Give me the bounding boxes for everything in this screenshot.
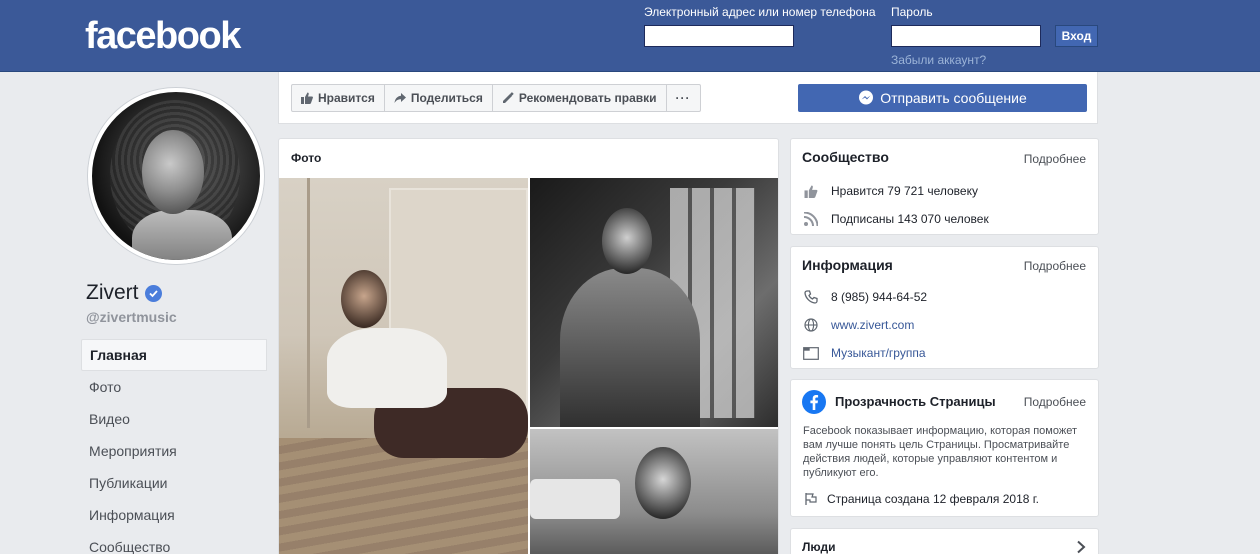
info-title: Информация bbox=[802, 257, 893, 273]
password-label: Пароль bbox=[891, 5, 933, 19]
nav-item-home[interactable]: Главная bbox=[81, 339, 267, 371]
globe-icon bbox=[803, 317, 819, 333]
photo-thumbnail[interactable] bbox=[279, 178, 528, 554]
more-dots-icon: ··· bbox=[675, 91, 691, 105]
share-label: Поделиться bbox=[410, 91, 483, 105]
login-button[interactable]: Вход bbox=[1055, 25, 1098, 47]
people-card[interactable]: Люди bbox=[790, 528, 1099, 554]
like-label: Нравится bbox=[318, 91, 375, 105]
email-label: Электронный адрес или номер телефона bbox=[644, 5, 876, 19]
info-card: Информация Подробнее 8 (985) 944-64-52 w… bbox=[790, 246, 1099, 369]
thumbs-up-icon bbox=[301, 92, 313, 104]
photos-title[interactable]: Фото bbox=[279, 139, 778, 178]
community-title: Сообщество bbox=[802, 149, 889, 165]
page-action-bar: Нравится Поделиться Рекомендовать правки… bbox=[278, 72, 1098, 124]
photos-card: Фото bbox=[278, 138, 779, 554]
chevron-right-icon bbox=[1076, 540, 1086, 554]
nav-item-events[interactable]: Мероприятия bbox=[81, 435, 267, 467]
action-button-group: Нравится Поделиться Рекомендовать правки… bbox=[291, 84, 701, 112]
send-message-label: Отправить сообщение bbox=[880, 90, 1027, 106]
nav-item-community[interactable]: Сообщество bbox=[81, 531, 267, 554]
share-arrow-icon bbox=[394, 93, 406, 103]
like-button[interactable]: Нравится bbox=[292, 85, 385, 111]
website-link[interactable]: www.zivert.com bbox=[831, 318, 914, 332]
website-row[interactable]: www.zivert.com bbox=[803, 317, 914, 333]
forgot-account-link[interactable]: Забыли аккаунт? bbox=[891, 53, 986, 67]
send-message-button[interactable]: Отправить сообщение bbox=[798, 84, 1087, 112]
community-card: Сообщество Подробнее Нравится 79 721 чел… bbox=[790, 138, 1099, 235]
category-tag-icon bbox=[803, 345, 819, 361]
page-name[interactable]: Zivert bbox=[86, 281, 139, 305]
page-transparency-card: Прозрачность Страницы Подробнее Facebook… bbox=[790, 379, 1099, 517]
more-options-button[interactable]: ··· bbox=[667, 85, 700, 111]
email-field[interactable] bbox=[644, 25, 794, 47]
page-created-row: Страница создана 12 февраля 2018 г. bbox=[803, 491, 1039, 507]
suggest-edits-button[interactable]: Рекомендовать правки bbox=[493, 85, 667, 111]
page-created-date: Страница создана 12 февраля 2018 г. bbox=[827, 492, 1040, 506]
phone-row[interactable]: 8 (985) 944-64-52 bbox=[803, 289, 927, 305]
pencil-icon bbox=[502, 92, 514, 103]
rss-follow-icon bbox=[803, 211, 819, 227]
facebook-f-icon bbox=[802, 390, 826, 417]
transparency-title: Прозрачность Страницы bbox=[835, 394, 996, 409]
nav-item-videos[interactable]: Видео bbox=[81, 403, 267, 435]
messenger-icon bbox=[859, 90, 874, 105]
suggest-edits-label: Рекомендовать правки bbox=[518, 91, 657, 105]
thumbs-up-icon bbox=[803, 183, 819, 199]
info-more-link[interactable]: Подробнее bbox=[1024, 259, 1086, 273]
page-handle[interactable]: @zivertmusic bbox=[86, 309, 177, 325]
nav-item-about[interactable]: Информация bbox=[81, 499, 267, 531]
followers-count: Подписаны 143 070 человек bbox=[831, 212, 989, 226]
nav-item-photos[interactable]: Фото bbox=[81, 371, 267, 403]
verified-badge-icon bbox=[144, 284, 162, 302]
profile-avatar[interactable] bbox=[88, 88, 264, 264]
followers-count-row[interactable]: Подписаны 143 070 человек bbox=[803, 211, 989, 227]
phone-icon bbox=[803, 289, 819, 305]
password-field[interactable] bbox=[891, 25, 1041, 47]
likes-count: Нравится 79 721 человеку bbox=[831, 184, 978, 198]
likes-count-row[interactable]: Нравится 79 721 человеку bbox=[803, 183, 978, 199]
page-title[interactable]: Zivert bbox=[86, 281, 162, 305]
photo-thumbnail[interactable] bbox=[530, 178, 778, 427]
category-row[interactable]: Музыкант/группа bbox=[803, 345, 926, 361]
photo-thumbnail[interactable] bbox=[530, 429, 778, 554]
transparency-more-link[interactable]: Подробнее bbox=[1024, 395, 1086, 409]
people-title: Люди bbox=[802, 540, 836, 554]
top-bar: facebook Электронный адрес или номер тел… bbox=[0, 0, 1260, 72]
community-more-link[interactable]: Подробнее bbox=[1024, 152, 1086, 166]
page-nav: Главная Фото Видео Мероприятия Публикаци… bbox=[81, 339, 267, 554]
facebook-logo[interactable]: facebook bbox=[85, 14, 241, 58]
nav-item-posts[interactable]: Публикации bbox=[81, 467, 267, 499]
transparency-description: Facebook показывает информацию, которая … bbox=[803, 425, 1077, 479]
flag-icon bbox=[803, 491, 819, 507]
phone-number: 8 (985) 944-64-52 bbox=[831, 290, 928, 304]
share-button[interactable]: Поделиться bbox=[385, 85, 493, 111]
category-link[interactable]: Музыкант/группа bbox=[831, 346, 926, 360]
